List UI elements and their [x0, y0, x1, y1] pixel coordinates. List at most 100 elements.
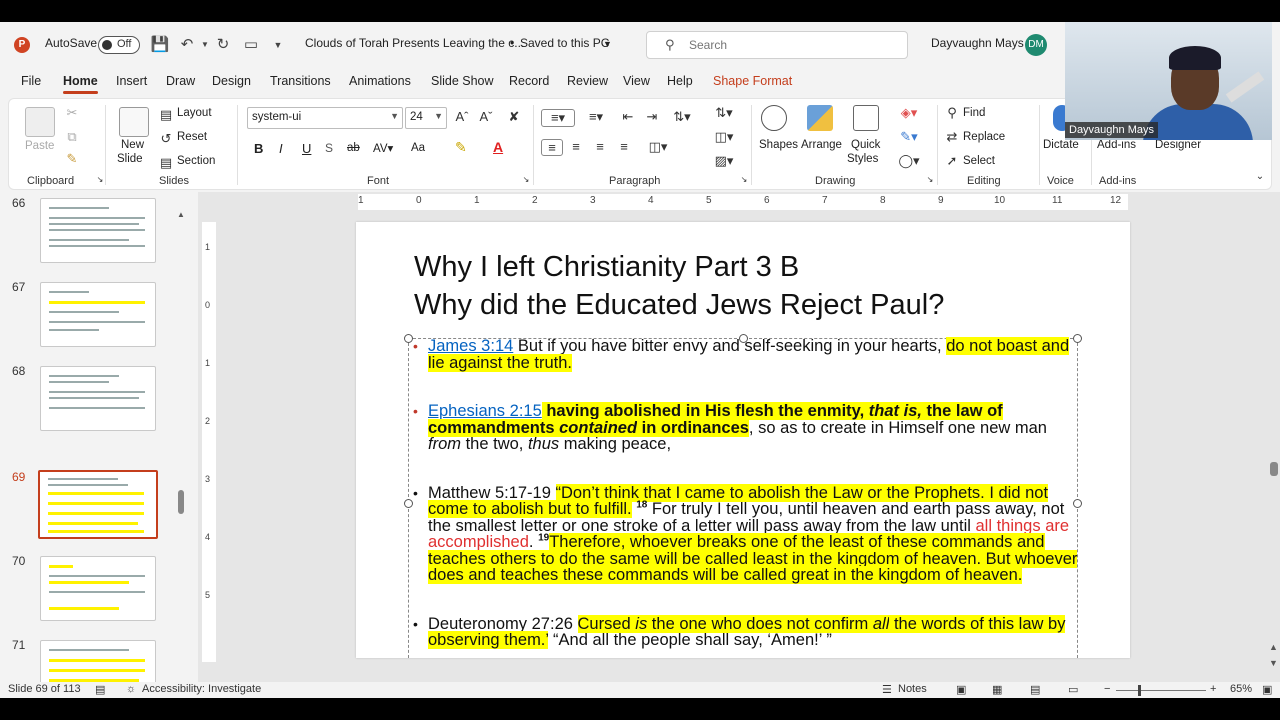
character-spacing-icon[interactable]: AV▾: [373, 141, 393, 155]
tab-draw[interactable]: Draw: [166, 74, 195, 88]
notes-button[interactable]: Notes: [898, 683, 927, 695]
editor-scrollbar-thumb[interactable]: [1270, 462, 1278, 476]
tab-design[interactable]: Design: [212, 74, 251, 88]
numbering-icon[interactable]: ≡▾: [581, 109, 611, 125]
autosave-toggle[interactable]: Off: [98, 36, 140, 54]
tab-file[interactable]: File: [21, 74, 41, 88]
reading-view-icon[interactable]: ▤: [1030, 683, 1040, 696]
undo-icon[interactable]: ↶: [177, 35, 197, 55]
tab-home[interactable]: Home: [63, 74, 98, 94]
resize-handle[interactable]: [404, 334, 413, 343]
slide-title[interactable]: Why I left Christianity Part 3 B Why did…: [414, 248, 1114, 324]
zoom-slider-knob[interactable]: [1138, 685, 1141, 696]
decrease-indent-icon[interactable]: ⇤: [619, 109, 637, 125]
smartart-icon[interactable]: ▨▾: [709, 153, 739, 169]
font-family-select[interactable]: system-ui ▼: [247, 107, 403, 129]
zoom-slider[interactable]: [1116, 685, 1206, 696]
align-left-icon[interactable]: ≡: [541, 139, 563, 156]
tab-transitions[interactable]: Transitions: [270, 74, 331, 88]
resize-handle[interactable]: [404, 499, 413, 508]
new-slide-button[interactable]: New: [121, 139, 144, 151]
paste-button[interactable]: Paste: [25, 140, 54, 152]
new-slide-button-line2[interactable]: Slide: [117, 153, 143, 165]
tab-slide-show[interactable]: Slide Show: [431, 74, 494, 88]
save-status[interactable]: Saved to this PC: [520, 36, 609, 50]
zoom-level[interactable]: 65%: [1230, 683, 1252, 695]
fit-to-window-icon[interactable]: ▣: [1262, 683, 1272, 696]
slide-thumbnail[interactable]: [40, 556, 156, 621]
search-box[interactable]: ⚲: [646, 31, 908, 59]
select-button[interactable]: Select: [963, 155, 995, 167]
line-spacing-icon[interactable]: ⇅▾: [667, 109, 697, 125]
scroll-up-icon[interactable]: ▲: [177, 210, 185, 219]
underline-button[interactable]: U: [302, 141, 311, 156]
dictate-button[interactable]: Dictate: [1043, 139, 1079, 151]
columns-icon[interactable]: ◫▾: [643, 139, 673, 155]
font-color-icon[interactable]: A: [493, 139, 503, 155]
quick-styles-button-line2[interactable]: Styles: [847, 153, 878, 165]
scrollbar-thumb[interactable]: [178, 490, 184, 514]
prev-slide-icon[interactable]: ▲: [1269, 642, 1278, 652]
zoom-out-icon[interactable]: −: [1104, 683, 1110, 695]
font-size-select[interactable]: 24 ▼: [405, 107, 447, 129]
strikethrough-button[interactable]: ab: [347, 142, 360, 154]
save-icon[interactable]: 💾: [150, 35, 170, 55]
slide-thumbnail[interactable]: [40, 282, 156, 347]
section-button[interactable]: Section: [177, 155, 215, 167]
replace-button[interactable]: Replace: [963, 131, 1005, 143]
increase-indent-icon[interactable]: ⇥: [643, 109, 661, 125]
cut-icon[interactable]: ✂: [63, 105, 81, 121]
accessibility-status[interactable]: Accessibility: Investigate: [142, 683, 261, 695]
tab-help[interactable]: Help: [667, 74, 693, 88]
shapes-button[interactable]: Shapes: [759, 139, 798, 151]
avatar[interactable]: DM: [1025, 34, 1047, 56]
designer-button[interactable]: Designer: [1155, 139, 1201, 151]
tab-insert[interactable]: Insert: [116, 74, 147, 88]
user-name[interactable]: Dayvaughn Mays: [931, 36, 1024, 50]
undo-dropdown-icon[interactable]: ▼: [195, 35, 215, 55]
document-title[interactable]: Clouds of Torah Presents Leaving the c..…: [305, 36, 524, 50]
present-icon[interactable]: ▭: [241, 35, 261, 55]
layout-button[interactable]: Layout: [177, 107, 212, 119]
scripture-link[interactable]: James 3:14: [428, 337, 513, 355]
normal-view-icon[interactable]: ▣: [956, 683, 966, 696]
slide-canvas[interactable]: Why I left Christianity Part 3 B Why did…: [356, 222, 1130, 658]
clear-formatting-icon[interactable]: ✘: [505, 109, 523, 125]
chevron-down-icon[interactable]: ▼: [603, 39, 612, 49]
italic-button[interactable]: I: [279, 141, 283, 156]
shape-fill-icon[interactable]: ◈▾: [895, 105, 923, 121]
thumbnail-scrollbar[interactable]: ▲ ▼: [176, 210, 186, 693]
shape-effects-icon[interactable]: ◯▾: [895, 153, 923, 169]
slide-body-text[interactable]: • James 3:14 But if you have bitter envy…: [413, 337, 1078, 649]
slide-thumbnail[interactable]: [40, 366, 156, 431]
find-button[interactable]: Find: [963, 107, 985, 119]
dialog-launcher-icon[interactable]: ↘: [91, 175, 109, 184]
highlight-icon[interactable]: ✎: [455, 139, 467, 156]
scripture-link[interactable]: Ephesians 2:15: [428, 402, 542, 420]
tab-view[interactable]: View: [623, 74, 650, 88]
change-case-button[interactable]: Aa: [411, 142, 425, 154]
bullets-icon[interactable]: ≡▾: [541, 109, 575, 127]
reset-button[interactable]: Reset: [177, 131, 207, 143]
spellcheck-icon[interactable]: ▤: [95, 683, 105, 696]
slide-thumbnail-active[interactable]: [38, 470, 158, 539]
text-direction-icon[interactable]: ⇅▾: [709, 105, 739, 121]
justify-icon[interactable]: ≡: [615, 139, 633, 154]
redo-icon[interactable]: ↻: [213, 35, 233, 55]
decrease-font-icon[interactable]: Aˇ: [477, 109, 495, 124]
tab-record[interactable]: Record: [509, 74, 549, 88]
shadow-icon[interactable]: S: [325, 141, 333, 155]
slide-sorter-icon[interactable]: ▦: [992, 683, 1002, 696]
collapse-ribbon-icon[interactable]: ⌄: [1251, 171, 1269, 182]
tab-review[interactable]: Review: [567, 74, 608, 88]
customize-toolbar-icon[interactable]: ▼: [268, 35, 288, 55]
quick-styles-button[interactable]: Quick: [851, 139, 880, 151]
tab-shape-format[interactable]: Shape Format: [713, 74, 792, 88]
slide-thumbnail[interactable]: [40, 198, 156, 263]
slideshow-icon[interactable]: ▭: [1068, 683, 1078, 696]
align-text-icon[interactable]: ◫▾: [709, 129, 739, 145]
bold-button[interactable]: B: [254, 141, 263, 156]
align-right-icon[interactable]: ≡: [591, 139, 609, 154]
zoom-in-icon[interactable]: +: [1210, 683, 1216, 695]
tab-animations[interactable]: Animations: [349, 74, 411, 88]
